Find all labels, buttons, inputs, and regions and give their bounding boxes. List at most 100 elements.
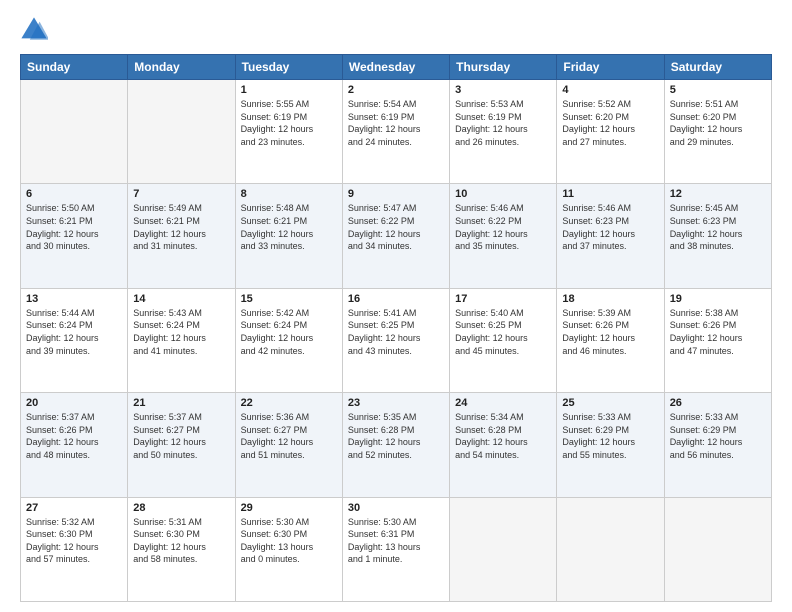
day-number: 13	[26, 293, 122, 305]
day-number: 17	[455, 293, 551, 305]
calendar-cell: 27 Sunrise: 5:32 AM Sunset: 6:30 PM Dayli…	[21, 497, 128, 601]
calendar-cell: 10 Sunrise: 5:46 AM Sunset: 6:22 PM Dayli…	[450, 184, 557, 288]
day-info: Sunrise: 5:46 AM Sunset: 6:23 PM Dayligh…	[562, 202, 658, 252]
day-info: Sunrise: 5:34 AM Sunset: 6:28 PM Dayligh…	[455, 411, 551, 461]
calendar-week-2: 6 Sunrise: 5:50 AM Sunset: 6:21 PM Daylig…	[21, 184, 772, 288]
day-number: 3	[455, 84, 551, 96]
calendar-cell: 16Sunrise: 5:41 AM Sunset: 6:25 PM Dayli…	[342, 288, 449, 392]
day-info: Sunrise: 5:51 AM Sunset: 6:20 PM Dayligh…	[670, 98, 766, 148]
calendar-cell: 2Sunrise: 5:54 AM Sunset: 6:19 PM Daylig…	[342, 80, 449, 184]
calendar-cell	[21, 80, 128, 184]
day-info: Sunrise: 5:33 AM Sunset: 6:29 PM Dayligh…	[670, 411, 766, 461]
calendar-body: 1 Sunrise: 5:55 AM Sunset: 6:19 PM Daylig…	[21, 80, 772, 602]
day-number: 19	[670, 293, 766, 305]
weekday-header-wednesday: Wednesday	[342, 55, 449, 80]
calendar-cell: 19 Sunrise: 5:38 AM Sunset: 6:26 PM Dayli…	[664, 288, 771, 392]
weekday-header-friday: Friday	[557, 55, 664, 80]
calendar-cell: 22 Sunrise: 5:36 AM Sunset: 6:27 PM Dayli…	[235, 393, 342, 497]
day-number: 2	[348, 84, 444, 96]
day-number: 29	[241, 502, 337, 514]
day-number: 4	[562, 84, 658, 96]
day-info: Sunrise: 5:42 AM Sunset: 6:24 PM Dayligh…	[241, 307, 337, 357]
day-info: Sunrise: 5:55 AM Sunset: 6:19 PM Dayligh…	[241, 98, 337, 148]
day-info: Sunrise: 5:46 AM Sunset: 6:22 PM Dayligh…	[455, 202, 551, 252]
day-info: Sunrise: 5:52 AM Sunset: 6:20 PM Dayligh…	[562, 98, 658, 148]
logo	[20, 16, 52, 44]
day-number: 1	[241, 84, 337, 96]
calendar-cell	[128, 80, 235, 184]
page: SundayMondayTuesdayWednesdayThursdayFrid…	[0, 0, 792, 612]
calendar-header: SundayMondayTuesdayWednesdayThursdayFrid…	[21, 55, 772, 80]
calendar-cell: 7 Sunrise: 5:49 AM Sunset: 6:21 PM Daylig…	[128, 184, 235, 288]
calendar-cell: 14 Sunrise: 5:43 AM Sunset: 6:24 PM Dayli…	[128, 288, 235, 392]
calendar-week-5: 27 Sunrise: 5:32 AM Sunset: 6:30 PM Dayli…	[21, 497, 772, 601]
calendar-cell: 20 Sunrise: 5:37 AM Sunset: 6:26 PM Dayli…	[21, 393, 128, 497]
day-info: Sunrise: 5:53 AM Sunset: 6:19 PM Dayligh…	[455, 98, 551, 148]
day-number: 7	[133, 188, 229, 200]
calendar-cell: 3 Sunrise: 5:53 AM Sunset: 6:19 PM Daylig…	[450, 80, 557, 184]
calendar-cell: 17 Sunrise: 5:40 AM Sunset: 6:25 PM Dayli…	[450, 288, 557, 392]
calendar-week-1: 1 Sunrise: 5:55 AM Sunset: 6:19 PM Daylig…	[21, 80, 772, 184]
logo-icon	[20, 16, 48, 44]
day-info: Sunrise: 5:30 AM Sunset: 6:31 PM Dayligh…	[348, 516, 444, 566]
calendar-cell: 24 Sunrise: 5:34 AM Sunset: 6:28 PM Dayli…	[450, 393, 557, 497]
day-info: Sunrise: 5:36 AM Sunset: 6:27 PM Dayligh…	[241, 411, 337, 461]
day-number: 30	[348, 502, 444, 514]
day-number: 12	[670, 188, 766, 200]
calendar-cell: 11 Sunrise: 5:46 AM Sunset: 6:23 PM Dayli…	[557, 184, 664, 288]
day-info: Sunrise: 5:48 AM Sunset: 6:21 PM Dayligh…	[241, 202, 337, 252]
day-info: Sunrise: 5:45 AM Sunset: 6:23 PM Dayligh…	[670, 202, 766, 252]
calendar-cell: 18Sunrise: 5:39 AM Sunset: 6:26 PM Dayli…	[557, 288, 664, 392]
day-number: 16	[348, 293, 444, 305]
calendar-cell: 1 Sunrise: 5:55 AM Sunset: 6:19 PM Daylig…	[235, 80, 342, 184]
day-info: Sunrise: 5:30 AM Sunset: 6:30 PM Dayligh…	[241, 516, 337, 566]
day-number: 22	[241, 397, 337, 409]
day-info: Sunrise: 5:31 AM Sunset: 6:30 PM Dayligh…	[133, 516, 229, 566]
day-number: 6	[26, 188, 122, 200]
day-number: 15	[241, 293, 337, 305]
weekday-header-monday: Monday	[128, 55, 235, 80]
day-number: 27	[26, 502, 122, 514]
day-info: Sunrise: 5:47 AM Sunset: 6:22 PM Dayligh…	[348, 202, 444, 252]
calendar-cell: 30 Sunrise: 5:30 AM Sunset: 6:31 PM Dayli…	[342, 497, 449, 601]
weekday-header-sunday: Sunday	[21, 55, 128, 80]
calendar-cell: 28 Sunrise: 5:31 AM Sunset: 6:30 PM Dayli…	[128, 497, 235, 601]
calendar-cell	[450, 497, 557, 601]
day-number: 23	[348, 397, 444, 409]
day-number: 20	[26, 397, 122, 409]
calendar-cell: 25Sunrise: 5:33 AM Sunset: 6:29 PM Dayli…	[557, 393, 664, 497]
day-number: 26	[670, 397, 766, 409]
calendar-cell: 9 Sunrise: 5:47 AM Sunset: 6:22 PM Daylig…	[342, 184, 449, 288]
calendar-cell	[557, 497, 664, 601]
day-info: Sunrise: 5:43 AM Sunset: 6:24 PM Dayligh…	[133, 307, 229, 357]
day-info: Sunrise: 5:40 AM Sunset: 6:25 PM Dayligh…	[455, 307, 551, 357]
calendar: SundayMondayTuesdayWednesdayThursdayFrid…	[20, 54, 772, 602]
day-number: 10	[455, 188, 551, 200]
calendar-cell: 26 Sunrise: 5:33 AM Sunset: 6:29 PM Dayli…	[664, 393, 771, 497]
day-number: 5	[670, 84, 766, 96]
day-info: Sunrise: 5:37 AM Sunset: 6:26 PM Dayligh…	[26, 411, 122, 461]
day-info: Sunrise: 5:49 AM Sunset: 6:21 PM Dayligh…	[133, 202, 229, 252]
header	[20, 16, 772, 44]
weekday-header-saturday: Saturday	[664, 55, 771, 80]
calendar-cell: 21Sunrise: 5:37 AM Sunset: 6:27 PM Dayli…	[128, 393, 235, 497]
calendar-cell: 4 Sunrise: 5:52 AM Sunset: 6:20 PM Daylig…	[557, 80, 664, 184]
day-number: 11	[562, 188, 658, 200]
calendar-cell: 12 Sunrise: 5:45 AM Sunset: 6:23 PM Dayli…	[664, 184, 771, 288]
day-number: 9	[348, 188, 444, 200]
calendar-week-4: 20 Sunrise: 5:37 AM Sunset: 6:26 PM Dayli…	[21, 393, 772, 497]
day-number: 24	[455, 397, 551, 409]
calendar-cell: 6 Sunrise: 5:50 AM Sunset: 6:21 PM Daylig…	[21, 184, 128, 288]
calendar-cell	[664, 497, 771, 601]
day-info: Sunrise: 5:32 AM Sunset: 6:30 PM Dayligh…	[26, 516, 122, 566]
calendar-cell: 5 Sunrise: 5:51 AM Sunset: 6:20 PM Daylig…	[664, 80, 771, 184]
day-number: 14	[133, 293, 229, 305]
day-number: 25	[562, 397, 658, 409]
calendar-cell: 8Sunrise: 5:48 AM Sunset: 6:21 PM Daylig…	[235, 184, 342, 288]
weekday-header-tuesday: Tuesday	[235, 55, 342, 80]
day-number: 28	[133, 502, 229, 514]
day-info: Sunrise: 5:37 AM Sunset: 6:27 PM Dayligh…	[133, 411, 229, 461]
day-info: Sunrise: 5:38 AM Sunset: 6:26 PM Dayligh…	[670, 307, 766, 357]
day-info: Sunrise: 5:50 AM Sunset: 6:21 PM Dayligh…	[26, 202, 122, 252]
calendar-cell: 23Sunrise: 5:35 AM Sunset: 6:28 PM Dayli…	[342, 393, 449, 497]
